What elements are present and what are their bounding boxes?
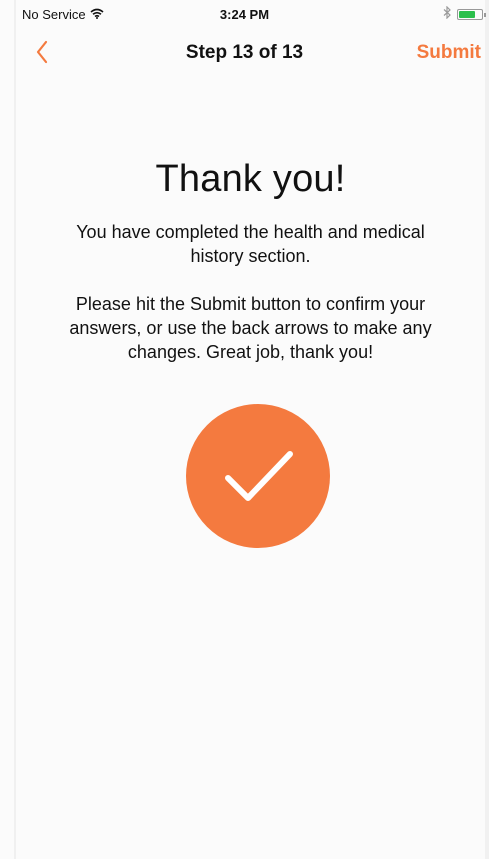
thank-you-heading: Thank you! (155, 158, 346, 200)
status-time: 3:24 PM (219, 7, 270, 22)
bluetooth-icon (443, 5, 451, 22)
battery-level (459, 10, 475, 18)
submit-button[interactable]: Submit (417, 42, 481, 64)
completion-badge (186, 404, 330, 548)
status-right (443, 5, 486, 22)
completion-message: You have completed the health and medica… (76, 222, 425, 266)
checkmark-icon (186, 404, 330, 548)
status-bar: No Service 3:24 PM (0, 0, 489, 30)
navigation-bar: Step 13 of 13 Submit (0, 30, 489, 74)
battery-icon (457, 8, 486, 20)
screen-border-right (485, 0, 489, 859)
completion-content: Thank you! You have completed the health… (16, 74, 485, 859)
app-screen: No Service 3:24 PM Step 13 of 13 Submit … (0, 0, 489, 859)
submit-instructions: Please hit the Submit button to confirm … (69, 294, 432, 362)
